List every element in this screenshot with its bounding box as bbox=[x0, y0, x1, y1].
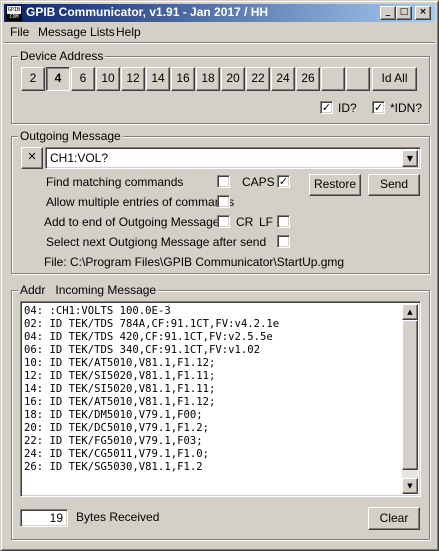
incoming-message-list[interactable]: 04: :CH1:VOLTS 100.0E-3 02: ID TEK/TDS 7… bbox=[20, 301, 421, 497]
send-button[interactable]: Send bbox=[368, 174, 420, 196]
menu-file[interactable]: File bbox=[10, 25, 29, 39]
address-button-18[interactable]: 18 bbox=[196, 67, 220, 91]
bytes-received-field: 19 bbox=[20, 509, 68, 527]
list-item[interactable]: 18: ID TEK/DM5010,V79.1,F00; bbox=[24, 409, 404, 422]
cr-checkbox[interactable] bbox=[217, 215, 230, 228]
device-address-label: Device Address bbox=[18, 49, 106, 63]
file-path: File: C:\Program Files\GPIB Communicator… bbox=[44, 255, 345, 269]
cr-label: CR bbox=[236, 215, 254, 229]
menu-bar: File Message Lists Help bbox=[4, 23, 435, 42]
main-window: GPIB COM GPIB Communicator, v1.91 - Jan … bbox=[0, 0, 439, 551]
list-item[interactable]: 16: ID TEK/AT5010,V81.1,F1.12; bbox=[24, 396, 404, 409]
idn-checkbox-label: *IDN? bbox=[390, 101, 423, 115]
address-button-empty-1[interactable] bbox=[321, 67, 345, 91]
lf-checkbox[interactable] bbox=[277, 215, 290, 228]
outgoing-message-group: Outgoing Message × CH1:VOL? ▼ Find match… bbox=[11, 129, 430, 274]
address-button-24[interactable]: 24 bbox=[271, 67, 295, 91]
add-to-end-label: Add to end of Outgoing Message: bbox=[44, 215, 223, 229]
incoming-lines: 04: :CH1:VOLTS 100.0E-3 02: ID TEK/TDS 7… bbox=[24, 305, 404, 474]
address-button-12[interactable]: 12 bbox=[121, 67, 145, 91]
menu-message-lists[interactable]: Message Lists bbox=[38, 25, 115, 39]
list-item[interactable]: 04: ID TEK/TDS 420,CF:91.1CT,FV:v2.5.5e bbox=[24, 331, 404, 344]
scroll-up-icon[interactable]: ▲ bbox=[402, 304, 418, 320]
close-button[interactable]: × bbox=[415, 6, 431, 20]
address-button-6[interactable]: 6 bbox=[71, 67, 95, 91]
id-checkbox-label: ID? bbox=[338, 101, 357, 115]
incoming-message-label: Incoming Message bbox=[55, 283, 157, 297]
select-next-label: Select next Outgiong Message after send bbox=[46, 235, 267, 249]
clear-outgoing-button[interactable]: × bbox=[21, 147, 43, 169]
allow-multiple-label: Allow multiple entries of commands bbox=[46, 195, 235, 209]
address-button-16[interactable]: 16 bbox=[171, 67, 195, 91]
maximize-button[interactable]: □ bbox=[396, 6, 412, 20]
id-all-button[interactable]: Id All bbox=[372, 67, 417, 91]
app-icon: GPIB COM bbox=[6, 5, 22, 21]
list-item[interactable]: 14: ID TEK/SI5020,V81.1,F1.11; bbox=[24, 383, 404, 396]
incoming-message-group: Addr Incoming Message 04: :CH1:VOLTS 100… bbox=[11, 283, 430, 540]
list-item[interactable]: 02: ID TEK/TDS 784A,CF:91.1CT,FV:v4.2.1e bbox=[24, 318, 404, 331]
select-next-checkbox[interactable] bbox=[277, 235, 290, 248]
vertical-scrollbar[interactable]: ▲ ▼ bbox=[402, 304, 418, 494]
list-item[interactable]: 04: :CH1:VOLTS 100.0E-3 bbox=[24, 305, 404, 318]
device-address-group: Device Address 2 4 6 10 12 14 16 18 20 2… bbox=[11, 49, 430, 124]
address-button-14[interactable]: 14 bbox=[146, 67, 170, 91]
chevron-down-icon[interactable]: ▼ bbox=[402, 150, 418, 167]
scroll-down-icon[interactable]: ▼ bbox=[402, 478, 418, 494]
window-title: GPIB Communicator, v1.91 - Jan 2017 / HH bbox=[26, 5, 269, 19]
restore-button[interactable]: Restore bbox=[309, 174, 361, 196]
allow-multiple-checkbox[interactable] bbox=[217, 195, 230, 208]
bytes-received-value: 19 bbox=[49, 511, 63, 525]
address-button-10[interactable]: 10 bbox=[96, 67, 120, 91]
list-item[interactable]: 24: ID TEK/CG5011,V79.1,F1.0; bbox=[24, 448, 404, 461]
list-item[interactable]: 06: ID TEK/TDS 340,CF:91.1CT,FV:v1.02 bbox=[24, 344, 404, 357]
list-item[interactable]: 12: ID TEK/SI5020,V81.1,F1.11; bbox=[24, 370, 404, 383]
minimize-button[interactable]: _ bbox=[380, 6, 396, 20]
id-checkbox[interactable]: ✓ bbox=[320, 101, 333, 114]
address-button-20[interactable]: 20 bbox=[221, 67, 245, 91]
title-bar[interactable]: GPIB COM GPIB Communicator, v1.91 - Jan … bbox=[4, 4, 435, 22]
address-button-26[interactable]: 26 bbox=[296, 67, 320, 91]
list-item[interactable]: 20: ID TEK/DC5010,V79.1,F1.2; bbox=[24, 422, 404, 435]
address-button-22[interactable]: 22 bbox=[246, 67, 270, 91]
list-item[interactable]: 10: ID TEK/AT5010,V81.1,F1.12; bbox=[24, 357, 404, 370]
idn-checkbox[interactable]: ✓ bbox=[372, 101, 385, 114]
incoming-label-bar: Addr Incoming Message bbox=[18, 283, 159, 297]
address-button-2[interactable]: 2 bbox=[21, 67, 45, 91]
app-icon-text-bottom: COM bbox=[7, 14, 21, 20]
outgoing-message-combo[interactable]: CH1:VOL? ▼ bbox=[45, 147, 421, 169]
list-item[interactable]: 26: ID TEK/SG5030,V81.1,F1.2 bbox=[24, 461, 404, 474]
find-matching-label: Find matching commands bbox=[46, 175, 184, 189]
find-matching-checkbox[interactable] bbox=[217, 175, 230, 188]
scroll-thumb[interactable] bbox=[402, 320, 418, 470]
menu-help[interactable]: Help bbox=[116, 25, 141, 39]
close-icon: × bbox=[27, 148, 37, 165]
outgoing-message-value: CH1:VOL? bbox=[50, 151, 109, 165]
app-icon-text-top: GPIB bbox=[7, 7, 21, 13]
list-item[interactable]: 22: ID TEK/FG5010,V79.1,F03; bbox=[24, 435, 404, 448]
lf-label: LF bbox=[259, 215, 274, 229]
address-button-4[interactable]: 4 bbox=[46, 67, 70, 91]
addr-label: Addr bbox=[20, 283, 46, 297]
caps-checkbox[interactable]: ✓ bbox=[277, 175, 290, 188]
menu-separator bbox=[4, 42, 435, 44]
clear-button[interactable]: Clear bbox=[368, 507, 420, 530]
bytes-received-label: Bytes Received bbox=[76, 510, 160, 524]
caps-label: CAPS bbox=[242, 175, 275, 189]
outgoing-message-label: Outgoing Message bbox=[18, 129, 123, 143]
address-button-empty-2[interactable] bbox=[346, 67, 370, 91]
